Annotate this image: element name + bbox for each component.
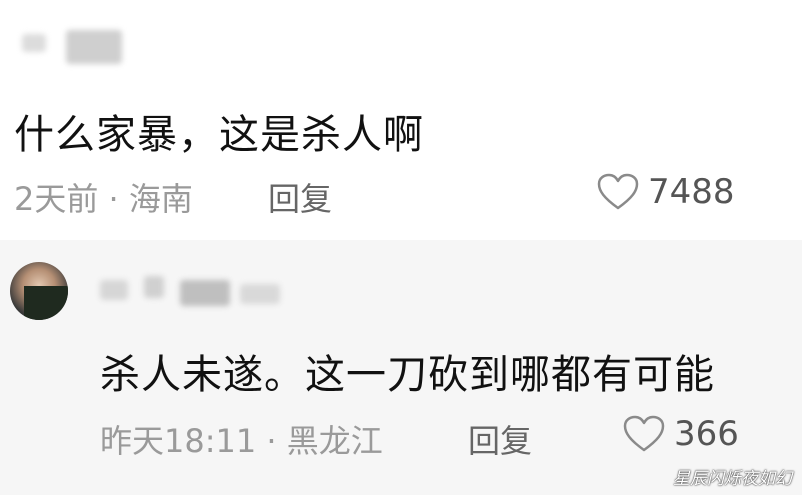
reply-button[interactable]: 回复	[468, 416, 532, 462]
comment-text: 杀人未遂。这一刀砍到哪都有可能	[100, 352, 715, 398]
comment-text: 什么家暴，这是杀人啊	[14, 112, 424, 158]
like-button[interactable]: 366	[622, 414, 739, 454]
watermark: 星辰闪烁夜如幻	[673, 469, 792, 489]
like-button[interactable]: 7488	[596, 172, 735, 212]
comment-meta: 2天前 · 海南	[14, 174, 193, 220]
blurred-username	[22, 28, 132, 68]
heart-icon	[623, 415, 665, 452]
comment-location: 黑龙江	[286, 422, 383, 460]
comment-meta: 昨天18:11 · 黑龙江	[100, 416, 383, 462]
reply-button[interactable]: 回复	[268, 174, 332, 220]
comment-location: 海南	[128, 180, 193, 218]
meta-separator: ·	[266, 422, 277, 460]
meta-separator: ·	[108, 180, 119, 218]
comment-time: 昨天18:11	[100, 422, 257, 460]
comment-time: 2天前	[14, 180, 99, 218]
like-count: 7488	[648, 172, 735, 212]
blurred-username	[100, 270, 290, 310]
avatar-redaction	[24, 286, 68, 320]
like-count: 366	[674, 414, 739, 454]
comment-item-1: 什么家暴，这是杀人啊 2天前 · 海南 回复 7488	[0, 0, 802, 240]
heart-icon	[597, 173, 639, 210]
user-avatar[interactable]	[10, 262, 68, 320]
